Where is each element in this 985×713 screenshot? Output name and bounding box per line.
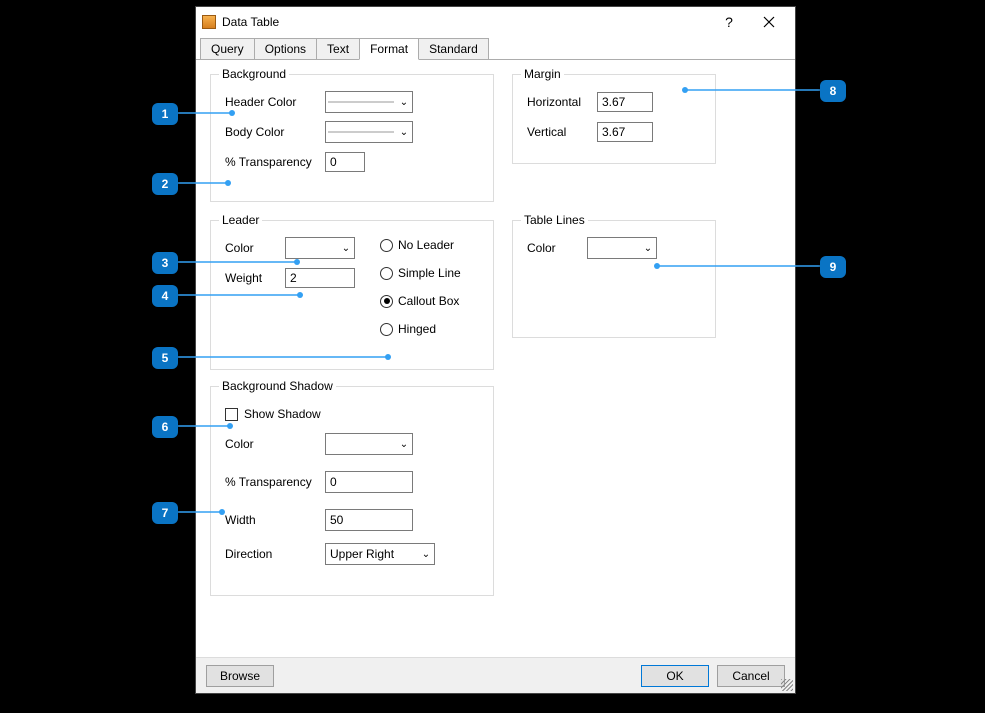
leader-radio-noleader[interactable]: No Leader xyxy=(380,231,461,259)
margin-vertical-input[interactable] xyxy=(597,122,653,142)
tab-query[interactable]: Query xyxy=(200,38,255,60)
header-color-combo[interactable]: ⌄ xyxy=(325,91,413,113)
shadow-transparency-label: % Transparency xyxy=(225,475,325,489)
group-background: Background Header Color ⌄ Body Color ⌄ %… xyxy=(210,74,494,202)
chevron-down-icon: ⌄ xyxy=(396,127,412,138)
tab-text[interactable]: Text xyxy=(316,38,360,60)
group-tablelines-label: Table Lines xyxy=(521,213,588,227)
annotation-badge-5: 5 xyxy=(152,347,178,369)
chevron-down-icon: ⌄ xyxy=(640,243,656,254)
margin-vertical-label: Vertical xyxy=(527,125,597,139)
titlebar: Data Table ? xyxy=(196,7,795,37)
bg-transparency-input[interactable] xyxy=(325,152,365,172)
bg-transparency-label: % Transparency xyxy=(225,155,325,169)
group-leader-label: Leader xyxy=(219,213,262,227)
show-shadow-checkbox[interactable] xyxy=(225,408,238,421)
group-shadow: Background Shadow Show Shadow Color ⌄ % … xyxy=(210,386,494,596)
shadow-direction-value: Upper Right xyxy=(326,547,418,561)
dialog-window: Data Table ? Query Options Text Format S… xyxy=(195,6,796,694)
margin-horizontal-input[interactable] xyxy=(597,92,653,112)
tab-standard[interactable]: Standard xyxy=(418,38,489,60)
leader-radio-calloutbox[interactable]: Callout Box xyxy=(380,287,461,315)
chevron-down-icon: ⌄ xyxy=(338,243,354,254)
group-background-label: Background xyxy=(219,67,289,81)
annotation-badge-3: 3 xyxy=(152,252,178,274)
tab-format[interactable]: Format xyxy=(359,38,419,60)
help-button[interactable]: ? xyxy=(709,7,749,37)
annotation-badge-6: 6 xyxy=(152,416,178,438)
resize-grip-icon[interactable] xyxy=(781,679,793,691)
shadow-direction-label: Direction xyxy=(225,547,325,561)
annotation-badge-2: 2 xyxy=(152,173,178,195)
show-shadow-label: Show Shadow xyxy=(244,407,321,421)
window-title: Data Table xyxy=(222,15,279,29)
radio-label: No Leader xyxy=(398,238,454,252)
tabs: Query Options Text Format Standard xyxy=(196,37,795,59)
ok-button[interactable]: OK xyxy=(641,665,709,687)
chevron-down-icon: ⌄ xyxy=(396,97,412,108)
leader-weight-label: Weight xyxy=(225,271,285,285)
cancel-button[interactable]: Cancel xyxy=(717,665,785,687)
group-shadow-label: Background Shadow xyxy=(219,379,336,393)
shadow-color-label: Color xyxy=(225,437,325,451)
tab-body: Background Header Color ⌄ Body Color ⌄ %… xyxy=(196,59,795,659)
group-margin: Margin Horizontal Vertical xyxy=(512,74,716,164)
radio-label: Callout Box xyxy=(398,294,459,308)
group-margin-label: Margin xyxy=(521,67,564,81)
tablelines-color-label: Color xyxy=(527,241,587,255)
annotation-badge-9: 9 xyxy=(820,256,846,278)
dialog-footer: Browse OK Cancel xyxy=(196,657,795,693)
close-button[interactable] xyxy=(749,7,789,37)
margin-horizontal-label: Horizontal xyxy=(527,95,597,109)
leader-color-combo[interactable]: ⌄ xyxy=(285,237,355,259)
group-leader: Leader Color ⌄ Weight No Leader Simple L… xyxy=(210,220,494,370)
browse-button[interactable]: Browse xyxy=(206,665,274,687)
body-color-combo[interactable]: ⌄ xyxy=(325,121,413,143)
shadow-direction-combo[interactable]: Upper Right ⌄ xyxy=(325,543,435,565)
shadow-transparency-input[interactable] xyxy=(325,471,413,493)
tab-options[interactable]: Options xyxy=(254,38,317,60)
annotation-badge-8: 8 xyxy=(820,80,846,102)
shadow-width-input[interactable] xyxy=(325,509,413,531)
chevron-down-icon: ⌄ xyxy=(396,439,412,450)
app-icon xyxy=(202,15,216,29)
tablelines-color-combo[interactable]: ⌄ xyxy=(587,237,657,259)
chevron-down-icon: ⌄ xyxy=(418,549,434,560)
shadow-width-label: Width xyxy=(225,513,325,527)
leader-radio-simpleline[interactable]: Simple Line xyxy=(380,259,461,287)
radio-label: Simple Line xyxy=(398,266,461,280)
annotation-badge-4: 4 xyxy=(152,285,178,307)
leader-color-label: Color xyxy=(225,241,285,255)
body-color-label: Body Color xyxy=(225,125,325,139)
shadow-color-combo[interactable]: ⌄ xyxy=(325,433,413,455)
annotation-badge-7: 7 xyxy=(152,502,178,524)
header-color-label: Header Color xyxy=(225,95,325,109)
group-tablelines: Table Lines Color ⌄ xyxy=(512,220,716,338)
leader-weight-input[interactable] xyxy=(285,268,355,288)
annotation-badge-1: 1 xyxy=(152,103,178,125)
radio-label: Hinged xyxy=(398,322,436,336)
leader-radio-hinged[interactable]: Hinged xyxy=(380,315,461,343)
